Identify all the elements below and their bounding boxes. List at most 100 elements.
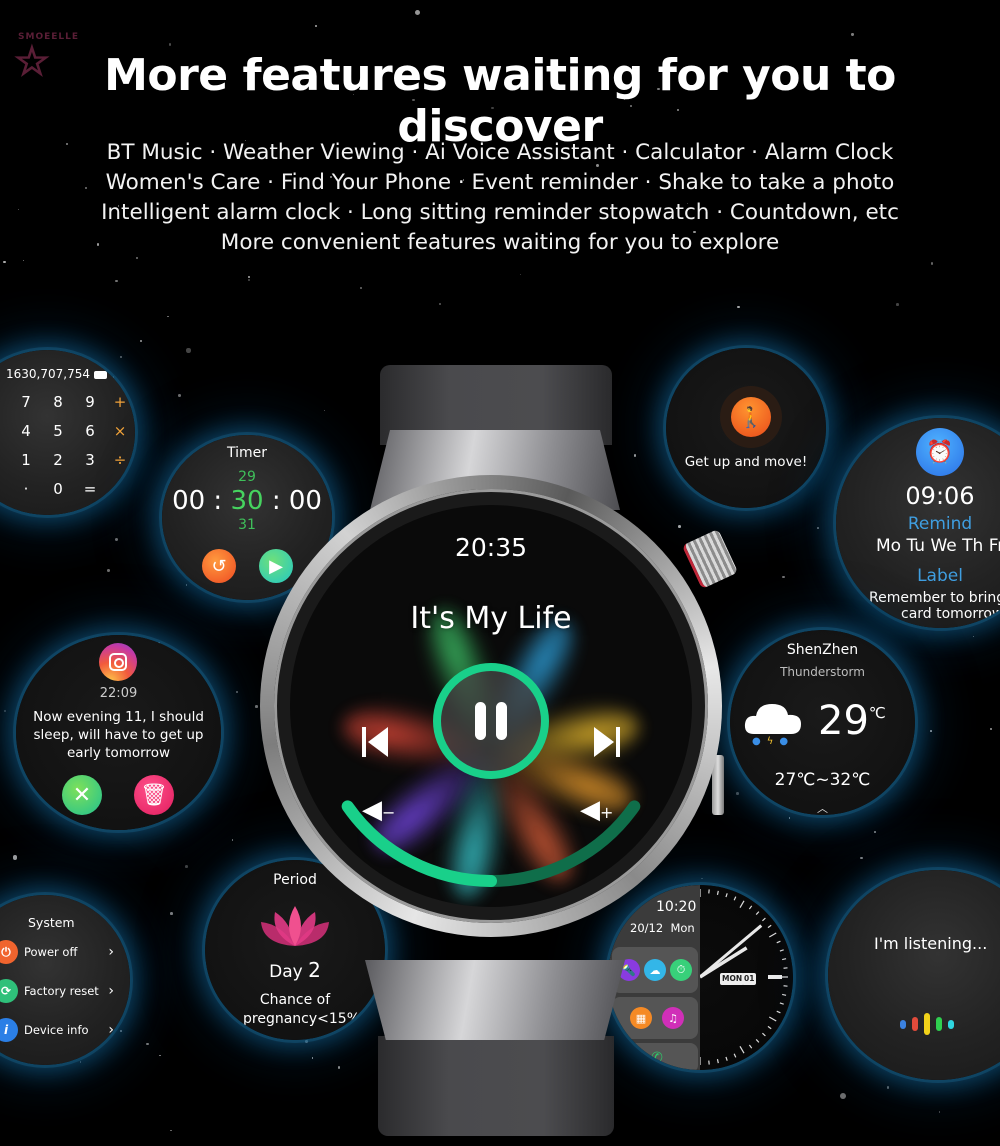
voice-status: I'm listening... (874, 934, 988, 953)
star-dot (120, 1030, 123, 1033)
dial-tick (767, 1025, 772, 1030)
star-dot (3, 710, 6, 712)
timer-separator: : (213, 486, 223, 516)
calculator-key[interactable]: · (10, 480, 42, 509)
calculator-key[interactable]: 2 (42, 451, 74, 480)
star-dot (886, 1086, 890, 1089)
dismiss-button[interactable]: ✕ (62, 775, 102, 815)
calculator-key[interactable]: = (74, 480, 106, 509)
backspace-icon[interactable] (93, 370, 107, 379)
calculator-key[interactable]: + (106, 393, 134, 422)
menu-item-label: Power off (24, 945, 78, 959)
star-dot (12, 855, 18, 860)
close-icon: ✕ (72, 782, 92, 808)
instagram-icon (99, 643, 137, 681)
dial-tick (776, 1010, 781, 1014)
menu-item-factory-reset[interactable]: ⟳ Factory reset › (0, 978, 114, 1004)
menu-item-power-off[interactable]: ⏻ Power off › (0, 939, 114, 965)
voice-bar (948, 1019, 954, 1029)
voice-bar (900, 1019, 906, 1029)
calculator-key[interactable]: 5 (42, 422, 74, 451)
power-icon: ⏻ (0, 940, 18, 964)
dial-tick (748, 1044, 753, 1049)
star-dot (107, 568, 110, 572)
dial-tick (767, 924, 772, 929)
alarm-remind-label: Remind (907, 514, 973, 534)
calculator-key[interactable]: 0 (42, 480, 74, 509)
star-dot (186, 584, 188, 586)
star-dot (79, 1061, 82, 1064)
calculator-key[interactable]: 3 (74, 451, 106, 480)
dial-tick (739, 900, 745, 909)
alarm-days: Mo Tu We Th Fr (876, 536, 1000, 556)
dial-tick (748, 905, 753, 910)
menu-item-device-info[interactable]: i Device info › (0, 1017, 114, 1043)
dial-tick (762, 1032, 766, 1037)
delete-button[interactable]: 🗑 (134, 775, 174, 815)
weather-temperature: 29℃ (818, 698, 886, 744)
trash-icon: 🗑 (140, 782, 168, 808)
calculator-key[interactable]: × (106, 422, 134, 451)
calculator-key[interactable]: 6 (74, 422, 106, 451)
dial-tick (782, 993, 787, 996)
voice-bar (924, 1013, 930, 1035)
star-dot (146, 1042, 149, 1046)
star-dot (414, 9, 421, 16)
alarm-note: card tomorrow (901, 606, 1000, 622)
calculator-display: 1630,707,754 (6, 367, 107, 381)
weather-city: ShenZhen (786, 642, 859, 658)
watch-strap-bottom (378, 1036, 614, 1136)
timer-minutes[interactable]: 30 (230, 486, 263, 516)
menu-item-label: Factory reset (24, 984, 99, 998)
timer-reset-button[interactable]: ↺ (202, 549, 236, 583)
calculator-key[interactable]: ÷ (106, 451, 134, 480)
star-dot (23, 259, 25, 261)
notification-screen: 22:09 Now evening 11, I should sleep, wi… (16, 635, 221, 830)
smartwatch: 20:35 It's My Life ◀− ◀+ (260, 360, 740, 1140)
chevron-right-icon: › (108, 1022, 114, 1038)
calculator-key[interactable]: 8 (42, 393, 74, 422)
star-dot (840, 1093, 847, 1099)
index-marker (768, 975, 782, 979)
notification-message: Now evening 11, I should sleep, will hav… (33, 709, 204, 761)
voice-bar (936, 1017, 942, 1031)
dial-tick (782, 958, 787, 961)
calculator-key[interactable]: 9 (74, 393, 106, 422)
star-dot (236, 690, 238, 693)
system-menu-screen: System ⏻ Power off › ⟳ Factory reset › i… (0, 895, 130, 1065)
chevron-up-icon[interactable]: ︿ (730, 800, 915, 815)
star-dot (816, 527, 819, 529)
weather-condition: Thunderstorm (780, 665, 865, 679)
menu-item-label: Device info (24, 1023, 89, 1037)
star-dot (184, 864, 188, 868)
star-dot (115, 279, 118, 282)
calculator-keypad: 7 8 9 +4 5 6 × 1 2 3 ÷ · 0 = (10, 393, 134, 509)
timer-hours[interactable]: 00 (172, 486, 205, 516)
star-dot (168, 42, 172, 46)
voice-bar (912, 1017, 918, 1031)
calculator-key[interactable]: 4 (10, 422, 42, 451)
star-dot (782, 575, 785, 579)
reset-icon: ↺ (211, 555, 227, 577)
calculator-key[interactable]: 7 (10, 393, 42, 422)
features-line: More convenient features waiting for you… (220, 230, 780, 255)
notification-time: 22:09 (99, 686, 138, 701)
volume-track[interactable] (485, 800, 641, 887)
star-dot (989, 727, 993, 730)
calculator-key[interactable]: 1 (10, 451, 42, 480)
watch-bezel: 20:35 It's My Life ◀− ◀+ (260, 475, 722, 937)
calculator-display-value: 1630,707,754 (6, 367, 90, 381)
volume-slider[interactable] (290, 505, 692, 907)
dial-tick (779, 949, 784, 952)
volume-fill[interactable] (341, 800, 497, 887)
dial-tick (755, 911, 760, 915)
dial-tick (762, 917, 766, 922)
refresh-icon: ⟳ (0, 979, 18, 1003)
star-dot (874, 831, 877, 834)
dial-tick (755, 1039, 760, 1043)
star-dot (159, 1054, 161, 1057)
weather-range: 27℃~32℃ (774, 770, 871, 790)
star-dot (896, 303, 899, 306)
timer-minutes-prev: 29 (238, 469, 256, 485)
voice-wave-icon (900, 1013, 954, 1035)
